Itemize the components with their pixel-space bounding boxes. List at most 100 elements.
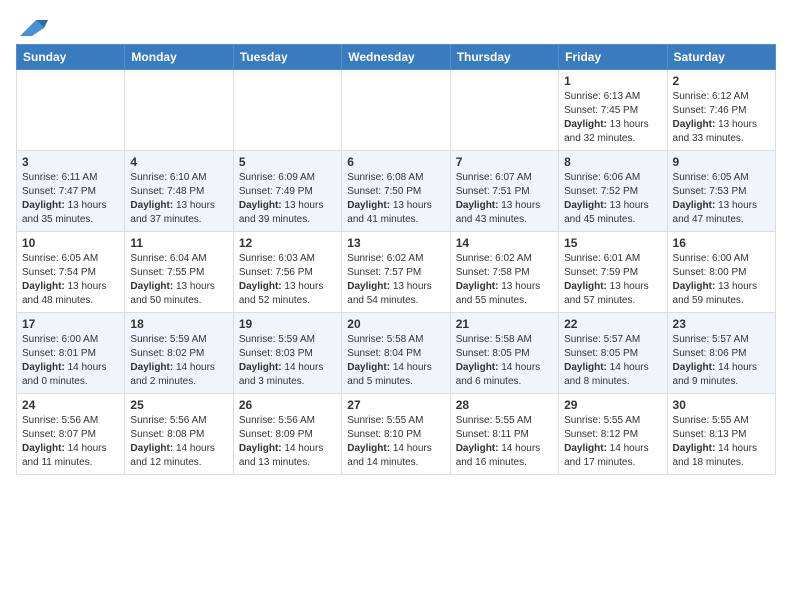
day-info: Sunrise: 6:09 AMSunset: 7:49 PMDaylight:… — [239, 171, 336, 227]
day-header-tuesday: Tuesday — [233, 45, 341, 70]
calendar-cell — [17, 70, 125, 151]
calendar-cell: 13 Sunrise: 6:02 AMSunset: 7:57 PMDayligh… — [342, 232, 450, 313]
day-number: 13 — [347, 236, 444, 250]
calendar-cell — [342, 70, 450, 151]
calendar-cell: 15Sunrise: 6:01 AMSunset: 7:59 PMDayligh… — [559, 232, 667, 313]
daylight-label: Daylight: — [347, 362, 393, 373]
day-info: Sunrise: 5:56 AMSunset: 8:09 PMDaylight:… — [239, 414, 336, 470]
calendar-cell: 1 Sunrise: 6:13 AMSunset: 7:45 PMDaylight… — [559, 70, 667, 151]
day-number: 28 — [456, 398, 553, 412]
daylight-label: Daylight: — [564, 119, 610, 130]
calendar-cell — [125, 70, 233, 151]
day-info: Sunrise: 5:57 AMSunset: 8:06 PMDaylight:… — [673, 333, 770, 389]
day-number: 16 — [673, 236, 770, 250]
day-number: 23 — [673, 317, 770, 331]
daylight-label: Daylight: — [347, 200, 393, 211]
daylight-label: Daylight: — [564, 281, 610, 292]
calendar-cell: 11Sunrise: 6:04 AMSunset: 7:55 PMDayligh… — [125, 232, 233, 313]
daylight-label: Daylight: — [347, 443, 393, 454]
daylight-label: Daylight: — [22, 200, 68, 211]
day-number: 11 — [130, 236, 227, 250]
calendar-cell: 22 Sunrise: 5:57 AMSunset: 8:05 PMDayligh… — [559, 313, 667, 394]
day-info: Sunrise: 6:12 AMSunset: 7:46 PMDaylight:… — [673, 90, 770, 146]
calendar-week-row: 1 Sunrise: 6:13 AMSunset: 7:45 PMDaylight… — [17, 70, 776, 151]
day-number: 3 — [22, 155, 119, 169]
day-info: Sunrise: 6:13 AMSunset: 7:45 PMDaylight:… — [564, 90, 661, 146]
day-number: 12 — [239, 236, 336, 250]
day-info: Sunrise: 6:11 AMSunset: 7:47 PMDaylight:… — [22, 171, 119, 227]
calendar-cell: 3 Sunrise: 6:11 AMSunset: 7:47 PMDaylight… — [17, 151, 125, 232]
day-info: Sunrise: 6:02 AMSunset: 7:58 PMDaylight:… — [456, 252, 553, 308]
calendar-header-row: SundayMondayTuesdayWednesdayThursdayFrid… — [17, 45, 776, 70]
calendar-cell: 25Sunrise: 5:56 AMSunset: 8:08 PMDayligh… — [125, 394, 233, 475]
daylight-label: Daylight: — [239, 281, 285, 292]
day-number: 9 — [673, 155, 770, 169]
calendar-cell: 26 Sunrise: 5:56 AMSunset: 8:09 PMDayligh… — [233, 394, 341, 475]
calendar-cell — [233, 70, 341, 151]
daylight-label: Daylight: — [564, 443, 610, 454]
day-info: Sunrise: 6:02 AMSunset: 7:57 PMDaylight:… — [347, 252, 444, 308]
day-info: Sunrise: 6:08 AMSunset: 7:50 PMDaylight:… — [347, 171, 444, 227]
day-header-sunday: Sunday — [17, 45, 125, 70]
day-info: Sunrise: 5:55 AMSunset: 8:11 PMDaylight:… — [456, 414, 553, 470]
logo-icon — [16, 16, 48, 40]
day-header-monday: Monday — [125, 45, 233, 70]
day-number: 1 — [564, 74, 661, 88]
daylight-label: Daylight: — [673, 443, 719, 454]
calendar-cell: 7Sunrise: 6:07 AMSunset: 7:51 PMDaylight… — [450, 151, 558, 232]
day-number: 26 — [239, 398, 336, 412]
daylight-label: Daylight: — [130, 281, 176, 292]
daylight-label: Daylight: — [456, 443, 502, 454]
day-number: 30 — [673, 398, 770, 412]
calendar-cell: 23 Sunrise: 5:57 AMSunset: 8:06 PMDayligh… — [667, 313, 775, 394]
calendar-cell: 30Sunrise: 5:55 AMSunset: 8:13 PMDayligh… — [667, 394, 775, 475]
day-info: Sunrise: 5:56 AMSunset: 8:07 PMDaylight:… — [22, 414, 119, 470]
calendar-cell: 21Sunrise: 5:58 AMSunset: 8:05 PMDayligh… — [450, 313, 558, 394]
daylight-label: Daylight: — [673, 281, 719, 292]
calendar-cell: 27Sunrise: 5:55 AMSunset: 8:10 PMDayligh… — [342, 394, 450, 475]
calendar-cell: 6 Sunrise: 6:08 AMSunset: 7:50 PMDaylight… — [342, 151, 450, 232]
calendar-cell: 8Sunrise: 6:06 AMSunset: 7:52 PMDaylight… — [559, 151, 667, 232]
day-info: Sunrise: 5:56 AMSunset: 8:08 PMDaylight:… — [130, 414, 227, 470]
day-info: Sunrise: 5:57 AMSunset: 8:05 PMDaylight:… — [564, 333, 661, 389]
day-number: 20 — [347, 317, 444, 331]
daylight-label: Daylight: — [130, 362, 176, 373]
daylight-label: Daylight: — [22, 281, 68, 292]
day-header-thursday: Thursday — [450, 45, 558, 70]
day-number: 7 — [456, 155, 553, 169]
calendar-cell — [450, 70, 558, 151]
day-info: Sunrise: 6:00 AMSunset: 8:01 PMDaylight:… — [22, 333, 119, 389]
calendar-cell: 28 Sunrise: 5:55 AMSunset: 8:11 PMDayligh… — [450, 394, 558, 475]
calendar-cell: 16 Sunrise: 6:00 AMSunset: 8:00 PMDayligh… — [667, 232, 775, 313]
calendar-cell: 10Sunrise: 6:05 AMSunset: 7:54 PMDayligh… — [17, 232, 125, 313]
daylight-label: Daylight: — [564, 362, 610, 373]
calendar-cell: 4Sunrise: 6:10 AMSunset: 7:48 PMDaylight… — [125, 151, 233, 232]
daylight-label: Daylight: — [130, 443, 176, 454]
calendar-cell: 19Sunrise: 5:59 AMSunset: 8:03 PMDayligh… — [233, 313, 341, 394]
daylight-label: Daylight: — [564, 200, 610, 211]
day-number: 18 — [130, 317, 227, 331]
daylight-label: Daylight: — [456, 281, 502, 292]
day-info: Sunrise: 6:00 AMSunset: 8:00 PMDaylight:… — [673, 252, 770, 308]
day-info: Sunrise: 5:58 AMSunset: 8:05 PMDaylight:… — [456, 333, 553, 389]
day-number: 6 — [347, 155, 444, 169]
calendar-week-row: 17Sunrise: 6:00 AMSunset: 8:01 PMDayligh… — [17, 313, 776, 394]
calendar-cell: 14Sunrise: 6:02 AMSunset: 7:58 PMDayligh… — [450, 232, 558, 313]
day-info: Sunrise: 6:05 AMSunset: 7:53 PMDaylight:… — [673, 171, 770, 227]
day-number: 2 — [673, 74, 770, 88]
calendar-week-row: 3 Sunrise: 6:11 AMSunset: 7:47 PMDaylight… — [17, 151, 776, 232]
calendar-cell: 17Sunrise: 6:00 AMSunset: 8:01 PMDayligh… — [17, 313, 125, 394]
daylight-label: Daylight: — [239, 362, 285, 373]
calendar-cell: 18Sunrise: 5:59 AMSunset: 8:02 PMDayligh… — [125, 313, 233, 394]
calendar-cell: 9 Sunrise: 6:05 AMSunset: 7:53 PMDaylight… — [667, 151, 775, 232]
daylight-label: Daylight: — [456, 362, 502, 373]
daylight-label: Daylight: — [456, 200, 502, 211]
day-number: 15 — [564, 236, 661, 250]
day-number: 22 — [564, 317, 661, 331]
day-number: 5 — [239, 155, 336, 169]
day-info: Sunrise: 5:55 AMSunset: 8:10 PMDaylight:… — [347, 414, 444, 470]
day-number: 24 — [22, 398, 119, 412]
calendar-cell: 29Sunrise: 5:55 AMSunset: 8:12 PMDayligh… — [559, 394, 667, 475]
day-header-wednesday: Wednesday — [342, 45, 450, 70]
day-info: Sunrise: 5:55 AMSunset: 8:12 PMDaylight:… — [564, 414, 661, 470]
